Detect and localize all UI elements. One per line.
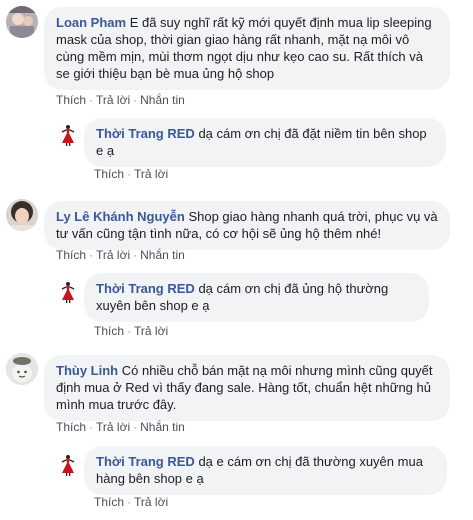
like-link[interactable]: Thích <box>56 420 86 434</box>
user-photo-icon <box>6 199 38 231</box>
message-link[interactable]: Nhắn tin <box>140 248 185 262</box>
avatar-ly-le-khanh-nguyen[interactable] <box>6 199 38 231</box>
avatar-loan-pham[interactable] <box>6 6 38 38</box>
avatar-thoi-trang-red[interactable] <box>57 281 79 303</box>
separator: · <box>127 324 132 338</box>
comment-bubble: Ly Lê Khánh Nguyễn Shop giao hàng nhanh … <box>44 201 450 250</box>
reply-link[interactable]: Trả lời <box>96 248 130 262</box>
like-link[interactable]: Thích <box>56 248 86 262</box>
message-link[interactable]: Nhắn tin <box>140 93 185 107</box>
comment-actions: Thích · Trả lời · Nhắn tin <box>56 419 185 435</box>
comment-bubble: Thùy Linh Có nhiều chỗ bán mặt nạ môi nh… <box>44 355 450 421</box>
comment-author[interactable]: Ly Lê Khánh Nguyễn <box>56 209 185 224</box>
like-link[interactable]: Thích <box>94 167 124 181</box>
separator: · <box>127 495 132 509</box>
comment-actions: Thích · Trả lời · Nhắn tin <box>56 92 185 108</box>
reply-actions: Thích · Trả lời <box>94 323 168 339</box>
reply-author[interactable]: Thời Trang RED <box>96 126 195 141</box>
separator: · <box>133 93 138 107</box>
reply-bubble: Thời Trang RED dạ e cám ơn chị đã thường… <box>84 446 447 495</box>
reply-link[interactable]: Trả lời <box>134 324 168 338</box>
avatar-thoi-trang-red[interactable] <box>57 124 79 146</box>
separator: · <box>89 93 94 107</box>
comment-actions: Thích · Trả lời · Nhắn tin <box>56 247 185 263</box>
reply-actions: Thích · Trả lời <box>94 166 168 182</box>
message-link[interactable]: Nhắn tin <box>140 420 185 434</box>
reply-link[interactable]: Trả lời <box>134 167 168 181</box>
reply-bubble: Thời Trang RED dạ cám ơn chị đã đặt niềm… <box>84 118 446 167</box>
comment-author[interactable]: Loan Pham <box>56 15 126 30</box>
reply-actions: Thích · Trả lời <box>94 494 168 510</box>
dress-logo-icon <box>61 282 75 303</box>
user-photo-icon <box>6 6 38 38</box>
dress-logo-icon <box>61 125 75 146</box>
reply-author[interactable]: Thời Trang RED <box>96 454 195 469</box>
like-link[interactable]: Thích <box>56 93 86 107</box>
like-link[interactable]: Thích <box>94 324 124 338</box>
reply-link[interactable]: Trả lời <box>96 93 130 107</box>
reply-bubble: Thời Trang RED dạ cám ơn chị đã ủng hộ t… <box>84 273 429 322</box>
comment-bubble: Loan Pham E đã suy nghĩ rất kỹ mới quyết… <box>44 7 450 90</box>
avatar-thuy-linh[interactable] <box>6 353 38 385</box>
user-photo-icon <box>6 353 38 385</box>
reply-author[interactable]: Thời Trang RED <box>96 281 195 296</box>
separator: · <box>127 167 132 181</box>
like-link[interactable]: Thích <box>94 495 124 509</box>
separator: · <box>89 420 94 434</box>
dress-logo-icon <box>61 455 75 476</box>
separator: · <box>89 248 94 262</box>
comment-author[interactable]: Thùy Linh <box>56 363 118 378</box>
reply-link[interactable]: Trả lời <box>134 495 168 509</box>
separator: · <box>133 420 138 434</box>
reply-link[interactable]: Trả lời <box>96 420 130 434</box>
avatar-thoi-trang-red[interactable] <box>57 454 79 476</box>
separator: · <box>133 248 138 262</box>
